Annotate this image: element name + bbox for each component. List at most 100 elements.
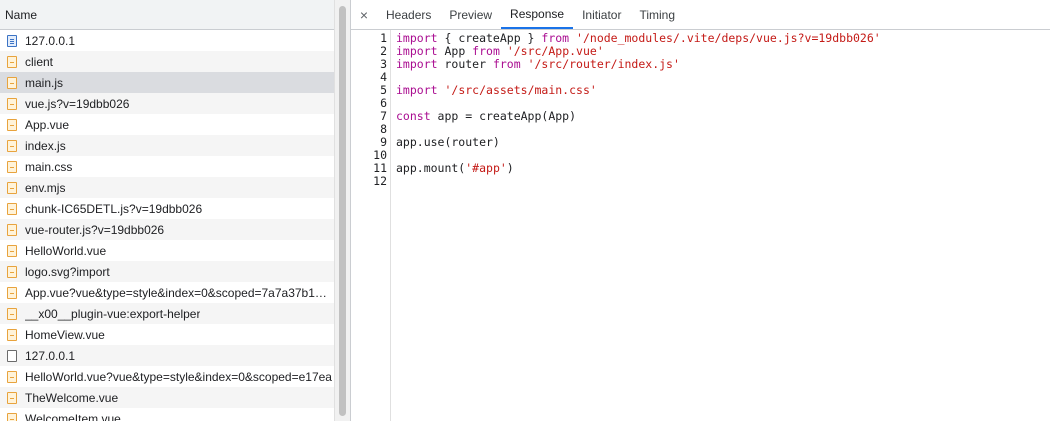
code-string: '#app': [465, 161, 507, 175]
script-file-icon: [7, 328, 17, 341]
request-row[interactable]: TheWelcome.vue: [0, 387, 334, 408]
request-name: __x00__plugin-vue:export-helper: [25, 306, 201, 321]
request-row[interactable]: main.css: [0, 156, 334, 177]
script-file-icon: [7, 139, 17, 152]
request-name: App.vue?vue&type=style&index=0&scoped=7a…: [25, 285, 334, 300]
request-row[interactable]: HelloWorld.vue?vue&type=style&index=0&sc…: [0, 366, 334, 387]
script-file-icon: [7, 307, 17, 320]
request-name: TheWelcome.vue: [25, 390, 119, 405]
script-file-icon: [7, 181, 17, 194]
code-keyword: import: [396, 57, 438, 71]
request-row[interactable]: main.js: [0, 72, 334, 93]
scrollbar-thumb[interactable]: [339, 6, 346, 416]
request-name: HelloWorld.vue: [25, 243, 107, 258]
request-row[interactable]: vue.js?v=19dbb026: [0, 93, 334, 114]
code-keyword: from: [541, 31, 570, 45]
script-file-icon: [7, 286, 17, 299]
request-list-scrollbar[interactable]: [334, 0, 350, 421]
tab-headers[interactable]: Headers: [377, 0, 440, 29]
request-name: main.css: [25, 159, 73, 174]
code-keyword: import: [396, 44, 438, 58]
request-row[interactable]: 127.0.0.1: [0, 30, 334, 51]
blank-file-icon: [7, 349, 17, 362]
code-text: { createApp }: [437, 31, 542, 45]
request-row[interactable]: App.vue: [0, 114, 334, 135]
document-icon: [7, 34, 17, 47]
response-viewer: 1 2 3 4 5 6 7 8 9 10 11 12 import { createApp } fro…: [351, 30, 1050, 421]
request-name: index.js: [25, 138, 66, 153]
script-file-icon: [7, 160, 17, 173]
script-file-icon: [7, 265, 17, 278]
code-string: '/node_modules/.vite/deps/vue.js?v=19dbb…: [576, 31, 881, 45]
code-keyword: from: [492, 57, 521, 71]
code-line: import '/src/assets/main.css': [396, 84, 881, 97]
request-name: 127.0.0.1: [25, 348, 76, 363]
request-name: App.vue: [25, 117, 70, 132]
name-column-header[interactable]: Name: [0, 0, 334, 30]
line-number: 12: [373, 174, 387, 188]
request-name: client: [25, 54, 54, 69]
code-keyword: import: [396, 31, 438, 45]
request-row[interactable]: client: [0, 51, 334, 72]
script-file-icon: [7, 202, 17, 215]
script-file-icon: [7, 412, 17, 421]
request-name: HelloWorld.vue?vue&type=style&index=0&sc…: [25, 369, 332, 384]
tab-timing[interactable]: Timing: [630, 0, 684, 29]
request-name: vue.js?v=19dbb026: [25, 96, 130, 111]
request-row[interactable]: chunk-IC65DETL.js?v=19dbb026: [0, 198, 334, 219]
request-name: vue-router.js?v=19dbb026: [25, 222, 165, 237]
request-row[interactable]: env.mjs: [0, 177, 334, 198]
code-text: app = createApp(App): [430, 109, 577, 123]
code-line: app.use(router): [396, 136, 881, 149]
request-name: env.mjs: [25, 180, 66, 195]
code-text: router: [437, 57, 493, 71]
close-icon[interactable]: ×: [351, 0, 377, 29]
code-text: app.mount(: [396, 161, 466, 175]
line-number-gutter: 1 2 3 4 5 6 7 8 9 10 11 12: [351, 30, 391, 421]
script-file-icon: [7, 223, 17, 236]
code-line: const app = createApp(App): [396, 110, 881, 123]
code-keyword: import: [396, 83, 438, 97]
detail-tab-bar: × Headers Preview Response Initiator Timing: [351, 0, 1050, 30]
response-source[interactable]: import { createApp } from '/node_modules…: [391, 30, 881, 421]
request-name: HomeView.vue: [25, 327, 105, 342]
request-name: WelcomeItem.vue: [25, 411, 121, 421]
request-row[interactable]: __x00__plugin-vue:export-helper: [0, 303, 334, 324]
code-string: '/src/App.vue': [506, 44, 604, 58]
code-text: ): [506, 161, 514, 175]
request-row[interactable]: vue-router.js?v=19dbb026: [0, 219, 334, 240]
request-row[interactable]: HelloWorld.vue: [0, 240, 334, 261]
tab-response[interactable]: Response: [501, 0, 574, 29]
request-list-pane: Name 127.0.0.1 client main.js vue.js?v=19db…: [0, 0, 334, 421]
code-keyword: from: [472, 44, 500, 58]
request-list: 127.0.0.1 client main.js vue.js?v=19dbb026 A…: [0, 30, 334, 421]
script-file-icon: [7, 97, 17, 110]
request-name: 127.0.0.1: [25, 33, 76, 48]
script-file-icon: [7, 118, 17, 131]
request-row[interactable]: HomeView.vue: [0, 324, 334, 345]
request-name: chunk-IC65DETL.js?v=19dbb026: [25, 201, 203, 216]
code-string: '/src/router/index.js': [527, 57, 680, 71]
code-keyword: const: [396, 109, 431, 123]
code-text: App: [437, 44, 473, 58]
request-row[interactable]: WelcomeItem.vue: [0, 408, 334, 421]
script-file-icon: [7, 76, 17, 89]
request-row[interactable]: logo.svg?import: [0, 261, 334, 282]
code-text: app.use(router): [396, 135, 500, 149]
request-row[interactable]: 127.0.0.1: [0, 345, 334, 366]
script-file-icon: [7, 244, 17, 257]
request-row[interactable]: App.vue?vue&type=style&index=0&scoped=7a…: [0, 282, 334, 303]
tab-preview[interactable]: Preview: [440, 0, 501, 29]
code-line: import router from '/src/router/index.js…: [396, 58, 881, 71]
script-file-icon: [7, 55, 17, 68]
tab-initiator[interactable]: Initiator: [573, 0, 630, 29]
request-name: logo.svg?import: [25, 264, 110, 279]
request-detail-pane: × Headers Preview Response Initiator Timing …: [350, 0, 1050, 421]
code-line: app.mount('#app'): [396, 162, 881, 175]
script-file-icon: [7, 370, 17, 383]
request-row[interactable]: index.js: [0, 135, 334, 156]
